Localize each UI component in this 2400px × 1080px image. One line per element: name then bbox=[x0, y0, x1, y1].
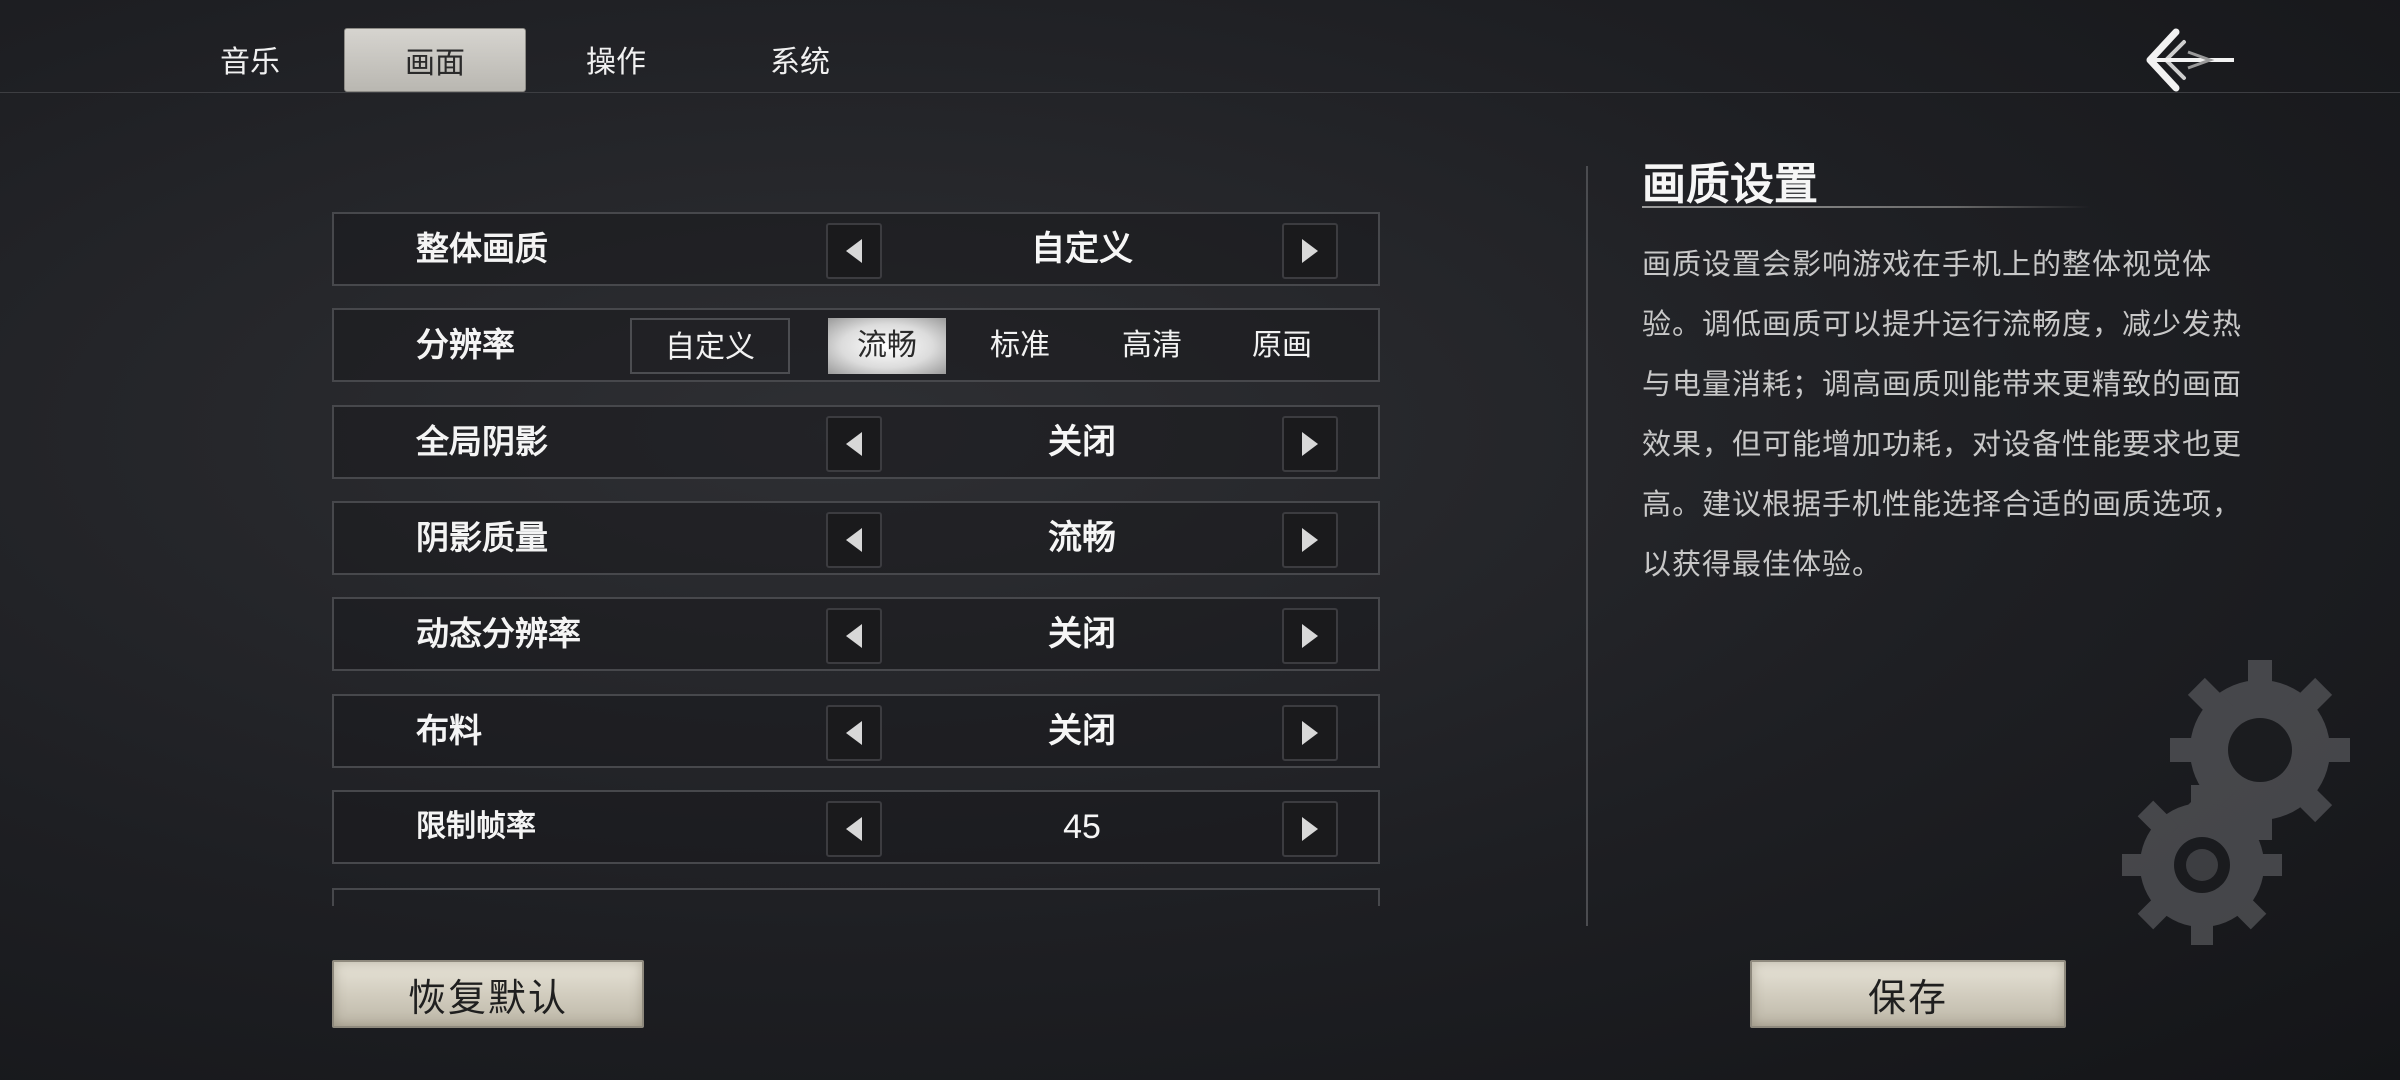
info-description: 画质设置会影响游戏在手机上的整体视觉体验。调低画质可以提升运行流畅度，减少发热与… bbox=[1642, 247, 2243, 581]
frame-limit-next-button[interactable] bbox=[1282, 801, 1338, 857]
chevron-left-icon bbox=[846, 817, 862, 841]
cloth-label: 布料 bbox=[416, 711, 482, 750]
overall-quality-next-button[interactable] bbox=[1282, 223, 1338, 279]
global-shadow-next-button[interactable] bbox=[1282, 416, 1338, 472]
setting-row-resolution: 分辨率 自定义 流畅 标准 高清 原画 bbox=[332, 308, 1380, 382]
back-arrow-icon bbox=[2146, 28, 2234, 92]
tab-graphics[interactable]: 画面 bbox=[344, 28, 526, 92]
setting-row-overall-quality: 整体画质 自定义 bbox=[332, 212, 1380, 286]
chevron-right-icon bbox=[1302, 239, 1318, 263]
resolution-option-original[interactable]: 原画 bbox=[1224, 318, 1340, 374]
chevron-right-icon bbox=[1302, 432, 1318, 456]
frame-limit-label: 限制帧率 bbox=[416, 809, 536, 844]
chevron-right-icon bbox=[1302, 528, 1318, 552]
chevron-left-icon bbox=[846, 721, 862, 745]
setting-row-cloth: 布料 关闭 bbox=[332, 694, 1380, 768]
dynamic-resolution-next-button[interactable] bbox=[1282, 608, 1338, 664]
global-shadow-value: 关闭 bbox=[1048, 422, 1116, 462]
chevron-left-icon bbox=[846, 528, 862, 552]
setting-row-global-shadow: 全局阴影 关闭 bbox=[332, 405, 1380, 479]
setting-row-dynamic-resolution: 动态分辨率 关闭 bbox=[332, 597, 1380, 671]
global-shadow-label: 全局阴影 bbox=[416, 422, 548, 461]
shadow-quality-prev-button[interactable] bbox=[826, 512, 882, 568]
chevron-left-icon bbox=[846, 432, 862, 456]
dynamic-resolution-label: 动态分辨率 bbox=[416, 614, 581, 653]
chevron-left-icon bbox=[846, 624, 862, 648]
cloth-next-button[interactable] bbox=[1282, 705, 1338, 761]
save-button[interactable]: 保存 bbox=[1750, 960, 2066, 1028]
info-title-underline bbox=[1642, 206, 2090, 208]
tab-controls[interactable]: 操作 bbox=[526, 28, 706, 90]
chevron-left-icon bbox=[846, 239, 862, 263]
gear-icon bbox=[2122, 660, 2350, 945]
cloth-prev-button[interactable] bbox=[826, 705, 882, 761]
tab-music[interactable]: 音乐 bbox=[160, 28, 340, 90]
frame-limit-prev-button[interactable] bbox=[826, 801, 882, 857]
resolution-label: 分辨率 bbox=[416, 325, 515, 364]
top-tab-bar: 音乐 画面 操作 系统 bbox=[0, 0, 2400, 93]
overall-quality-label: 整体画质 bbox=[416, 229, 548, 268]
chevron-right-icon bbox=[1302, 624, 1318, 648]
resolution-option-smooth[interactable]: 流畅 bbox=[828, 318, 946, 374]
setting-row-frame-limit: 限制帧率 45 bbox=[332, 790, 1380, 864]
overall-quality-value: 自定义 bbox=[1031, 229, 1133, 269]
cloth-value: 关闭 bbox=[1048, 711, 1116, 751]
shadow-quality-label: 阴影质量 bbox=[416, 518, 548, 557]
chevron-right-icon bbox=[1302, 721, 1318, 745]
dynamic-resolution-value: 关闭 bbox=[1048, 614, 1116, 654]
shadow-quality-value: 流畅 bbox=[1048, 518, 1116, 558]
chevron-right-icon bbox=[1302, 817, 1318, 841]
setting-row-partial bbox=[332, 888, 1380, 906]
resolution-option-hd[interactable]: 高清 bbox=[1094, 318, 1210, 374]
shadow-quality-next-button[interactable] bbox=[1282, 512, 1338, 568]
tab-system[interactable]: 系统 bbox=[710, 28, 890, 90]
global-shadow-prev-button[interactable] bbox=[826, 416, 882, 472]
resolution-option-standard[interactable]: 标准 bbox=[962, 318, 1078, 374]
overall-quality-prev-button[interactable] bbox=[826, 223, 882, 279]
panel-divider bbox=[1586, 166, 1588, 926]
reset-default-button[interactable]: 恢复默认 bbox=[332, 960, 644, 1028]
back-button[interactable] bbox=[2140, 22, 2240, 98]
frame-limit-value: 45 bbox=[1063, 808, 1101, 846]
dynamic-resolution-prev-button[interactable] bbox=[826, 608, 882, 664]
setting-row-shadow-quality: 阴影质量 流畅 bbox=[332, 501, 1380, 575]
info-title: 画质设置 bbox=[1642, 159, 1818, 210]
resolution-option-custom[interactable]: 自定义 bbox=[630, 318, 790, 374]
